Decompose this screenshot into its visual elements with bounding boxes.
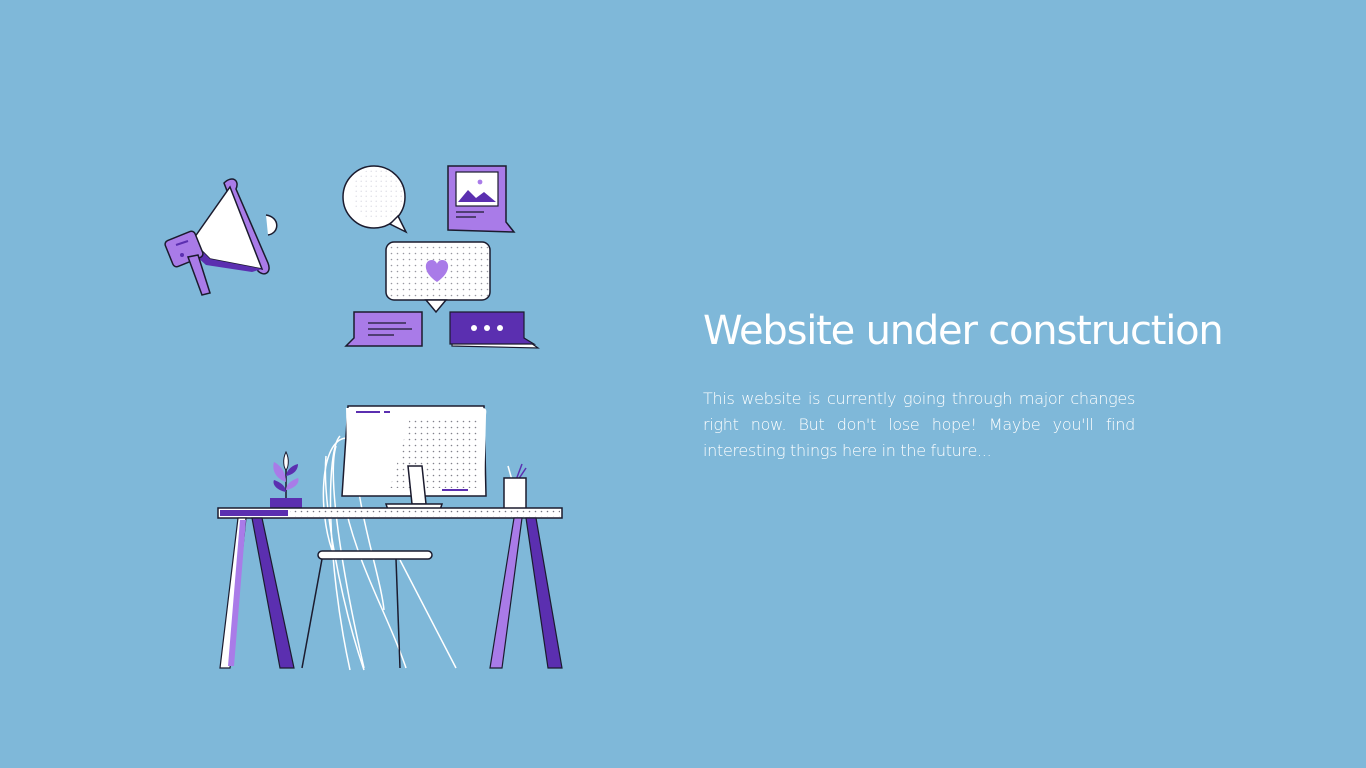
- under-construction-page: Website under construction This website …: [0, 0, 1366, 768]
- speech-bubble-icon: [342, 165, 408, 234]
- page-heading: Website under construction: [703, 308, 1224, 354]
- workspace-illustration: [164, 165, 563, 671]
- text-message-icon: [344, 311, 423, 347]
- chair-seat-icon: [301, 550, 433, 669]
- megaphone-icon: [164, 178, 278, 296]
- page-description: This website is currently going through …: [703, 389, 1135, 460]
- hero-text: Website under construction This website …: [703, 306, 1263, 464]
- plant-icon: [270, 450, 302, 508]
- typing-bubble-icon: [449, 311, 540, 349]
- desk-icon: [217, 507, 563, 669]
- image-card-icon: [447, 165, 516, 233]
- pencil-cup-icon: [503, 463, 527, 511]
- monitor-icon: [341, 405, 487, 511]
- heart-message-icon: [385, 241, 491, 314]
